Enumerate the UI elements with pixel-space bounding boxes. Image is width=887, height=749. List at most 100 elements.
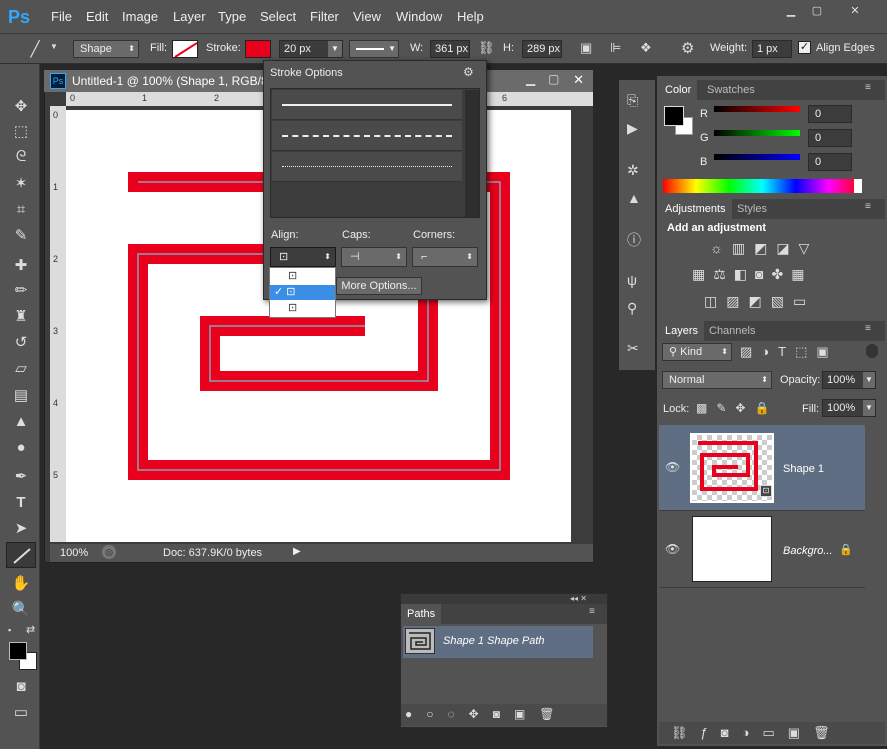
type-filter-icon[interactable]: T — [778, 344, 795, 359]
adjustment-filter-icon[interactable]: ◑ — [761, 344, 778, 359]
eraser-tool-icon[interactable]: ▱ — [8, 358, 34, 380]
tab-adjustments[interactable]: Adjustments — [659, 199, 732, 219]
tab-paths[interactable]: Paths — [401, 604, 442, 624]
color-balance-icon[interactable]: ⚖ — [713, 266, 734, 282]
close-button[interactable]: ✕ — [844, 4, 866, 18]
menu-layer[interactable]: Layer — [173, 9, 206, 24]
magic-wand-icon[interactable]: ✶ — [8, 173, 34, 195]
crop-tool-icon[interactable]: ⌗ — [8, 199, 34, 221]
screen-mode-icon[interactable]: ▭ — [8, 702, 34, 724]
layer-row-shape-1[interactable]: 👁 ⊡ Shape 1 — [659, 425, 865, 511]
exposure-icon[interactable]: ◪ — [776, 240, 798, 256]
pen-tool-icon[interactable]: ✒ — [8, 466, 34, 488]
color-foreground-swatch[interactable] — [664, 106, 684, 126]
layer-row-background[interactable]: 👁 Backgro... 🔒 — [659, 512, 865, 588]
g-field[interactable]: 0 — [808, 129, 852, 147]
vibrance-icon[interactable]: ▽ — [799, 240, 819, 256]
new-group-icon[interactable]: ▭ — [762, 725, 787, 740]
path-selection-icon[interactable]: ➤ — [8, 518, 34, 540]
preset-dashed[interactable] — [272, 121, 462, 151]
panel-menu-icon[interactable]: ≡ — [589, 606, 595, 617]
color-spectrum[interactable] — [663, 179, 862, 193]
visibility-eye-icon[interactable]: 👁 — [665, 542, 680, 556]
tab-color[interactable]: Color — [659, 80, 698, 100]
panel-menu-icon[interactable]: ≡ — [865, 201, 871, 212]
zoom-tool-icon[interactable]: 🔍 — [8, 599, 34, 621]
load-selection-icon[interactable]: ◌ — [448, 707, 469, 721]
info-icon[interactable]: ⓘ — [627, 230, 641, 250]
minimize-button[interactable]: ▁ — [780, 4, 802, 18]
histogram-icon[interactable]: ▲ — [627, 190, 641, 206]
r-slider[interactable] — [714, 106, 800, 112]
brightness-icon[interactable]: ☼ — [710, 240, 732, 256]
menu-filter[interactable]: Filter — [310, 9, 339, 24]
collapse-panel-icon[interactable]: ◂◂ ✕ — [401, 594, 607, 604]
path-arrangement-icon[interactable]: ❖ — [640, 40, 652, 56]
panel-menu-icon[interactable]: ≡ — [865, 82, 871, 93]
preset-solid[interactable] — [272, 90, 462, 120]
zoom-level[interactable]: 100% — [60, 547, 88, 559]
lock-image-icon[interactable]: ✎ — [716, 401, 735, 415]
visibility-eye-icon[interactable]: 👁 — [665, 460, 680, 474]
share-icon[interactable]: ◎ — [102, 545, 116, 559]
shape-mode-dropdown[interactable]: Shape ⬍ — [73, 40, 139, 58]
make-path-icon[interactable]: ✥ — [469, 707, 493, 721]
weight-field[interactable]: 1 px — [752, 40, 792, 58]
fill-swatch[interactable] — [172, 40, 198, 58]
gradient-map-icon[interactable]: ▭ — [793, 293, 815, 309]
hand-tool-icon[interactable]: ✋ — [8, 573, 34, 595]
quick-mask-icon[interactable]: ◙ — [8, 676, 34, 698]
black-white-icon[interactable]: ◧ — [734, 266, 755, 282]
invert-icon[interactable]: ◫ — [704, 293, 726, 309]
doc-close-button[interactable]: ✕ — [554, 72, 584, 88]
trash-icon[interactable]: 🗑 — [813, 725, 843, 740]
corners-dropdown[interactable]: ⌐ ⬍ — [412, 247, 478, 267]
new-path-icon[interactable]: ▣ — [514, 707, 539, 721]
tab-swatches[interactable]: Swatches — [701, 80, 761, 100]
default-colors-icon[interactable]: ▪ — [8, 625, 11, 635]
align-edges-checkbox[interactable]: ✓ — [798, 41, 811, 54]
preset-dropdown-icon[interactable]: ▼ — [50, 42, 58, 51]
type-tool-icon[interactable]: T — [8, 492, 34, 514]
blur-tool-icon[interactable]: ▲ — [8, 411, 34, 433]
path-row[interactable]: Shape 1 Shape Path — [403, 626, 593, 658]
lasso-tool-icon[interactable]: ᘓ — [8, 146, 34, 168]
tab-layers[interactable]: Layers — [659, 321, 705, 341]
menu-edit[interactable]: Edit — [86, 9, 108, 24]
curves-icon[interactable]: ◩ — [754, 240, 776, 256]
spectrum-white-end[interactable] — [854, 179, 862, 193]
healing-brush-icon[interactable]: ✚ — [8, 255, 34, 277]
height-field[interactable]: 289 px — [522, 40, 562, 58]
foreground-color-swatch[interactable] — [9, 642, 27, 660]
more-options-button[interactable]: More Options... — [336, 277, 422, 295]
eyedropper-tool-icon[interactable]: ✎ — [8, 225, 34, 247]
hue-saturation-icon[interactable]: ▦ — [692, 266, 713, 282]
align-dropdown[interactable]: ⊡ ⬍ — [270, 247, 336, 267]
stroke-type-dropdown[interactable]: ▼ — [349, 40, 399, 58]
b-slider[interactable] — [714, 154, 800, 160]
navigator-icon[interactable]: ✲ — [627, 162, 639, 179]
brush-presets-icon[interactable]: ⚲ — [627, 300, 637, 317]
lock-all-icon[interactable]: 🔒 — [754, 401, 778, 415]
add-mask-icon[interactable]: ◙ — [721, 725, 742, 740]
blend-mode-dropdown[interactable]: Normal ⬍ — [662, 371, 772, 389]
preset-dotted[interactable] — [272, 152, 462, 182]
maximize-button[interactable]: ▢ — [806, 4, 828, 18]
tab-channels[interactable]: Channels — [703, 321, 761, 341]
new-adjustment-icon[interactable]: ◑ — [742, 725, 763, 740]
new-layer-icon[interactable]: ▣ — [788, 725, 813, 740]
stroke-swatch[interactable] — [245, 40, 271, 58]
status-menu-arrow-icon[interactable]: ▶ — [293, 546, 301, 557]
stamp-tool-icon[interactable]: ♜ — [8, 306, 34, 328]
g-slider[interactable] — [714, 130, 800, 136]
color-lookup-icon[interactable]: ▦ — [791, 266, 812, 282]
add-mask-icon[interactable]: ◙ — [493, 707, 514, 721]
marquee-tool-icon[interactable]: ⬚ — [8, 121, 34, 143]
swap-colors-icon[interactable]: ⇄ — [26, 623, 35, 636]
tool-presets-icon[interactable]: ✂ — [627, 340, 639, 357]
history-brush-icon[interactable]: ↺ — [8, 332, 34, 354]
gear-icon[interactable]: ⚙ — [463, 65, 474, 79]
presets-scrollbar[interactable] — [465, 90, 479, 217]
stroke-width-field[interactable]: 20 px ▼ — [279, 40, 343, 58]
selective-color-icon[interactable]: ▧ — [771, 293, 793, 309]
